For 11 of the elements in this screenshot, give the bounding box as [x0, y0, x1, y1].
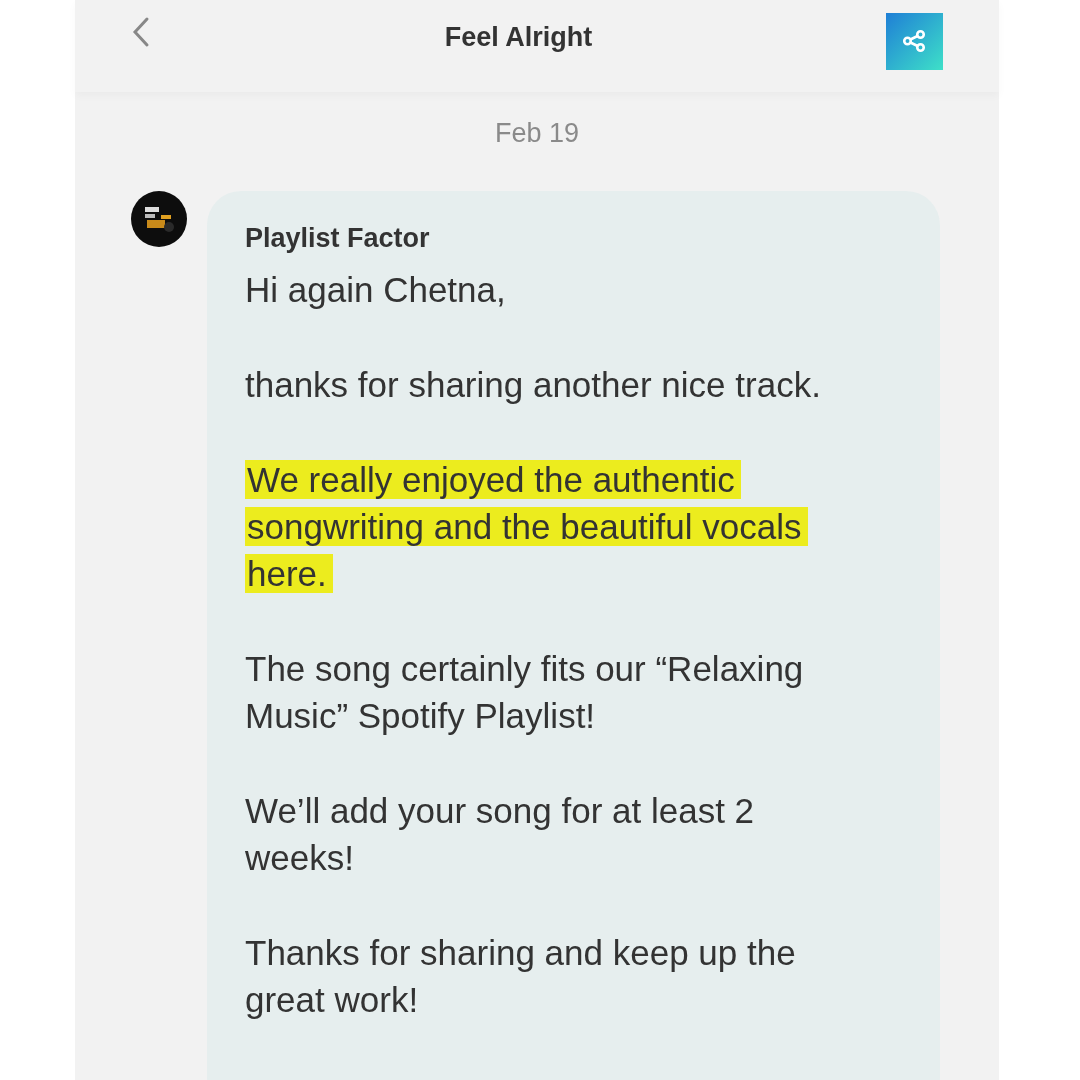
chat-title: Feel Alright: [444, 21, 593, 53]
share-button[interactable]: [886, 12, 943, 70]
message-text: Thanks for sharing and keep up the great work!: [245, 932, 797, 1021]
back-icon[interactable]: [131, 16, 151, 48]
share-icon: [901, 28, 928, 54]
date-label: Feb 19: [493, 118, 581, 149]
message-text: We’ll add your song for at least 2 weeks!: [245, 790, 756, 879]
sender-name: Playlist Factor: [245, 223, 431, 254]
message-text: thanks for sharing another nice track.: [245, 364, 822, 406]
message-text: Hi again Chetna,: [245, 269, 507, 311]
message-text: The song certainly fits our “Relaxing Music” Spotify Playlist!: [245, 648, 805, 737]
